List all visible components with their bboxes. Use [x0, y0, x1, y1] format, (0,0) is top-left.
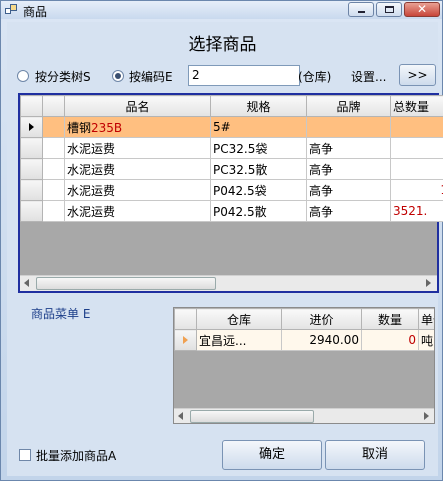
cell-name[interactable]: 水泥运费: [64, 179, 211, 201]
row-header[interactable]: [174, 329, 197, 351]
row-header[interactable]: [20, 137, 43, 159]
cell-name[interactable]: 水泥运费: [64, 137, 211, 159]
table-row[interactable]: 水泥运费 PC32.5袋 高争: [20, 137, 443, 159]
cell-brand[interactable]: 高争: [306, 158, 391, 180]
column-header-name[interactable]: 品名: [64, 95, 211, 117]
cancel-button[interactable]: 取消: [325, 440, 425, 470]
radio-by-category-label[interactable]: 按分类树S: [35, 68, 91, 85]
column-header-price[interactable]: 进价: [281, 308, 362, 330]
scroll-left-icon[interactable]: [24, 279, 29, 287]
product-menu-label[interactable]: 商品菜单 E: [31, 305, 90, 322]
product-grid-hscrollbar[interactable]: [20, 275, 437, 291]
main-window: 商品 ✕ 选择商品 按分类树S 按编码E 2 (仓库) 设置... >> 品名 …: [0, 0, 443, 481]
table-row[interactable]: 宜昌远... 2940.00 0 吨: [174, 329, 434, 351]
column-header-qty[interactable]: 数量: [361, 308, 419, 330]
cell-name[interactable]: 水泥运费: [64, 158, 211, 180]
scroll-left-icon[interactable]: [178, 412, 183, 420]
cell-name[interactable]: 水泥运费: [64, 200, 211, 222]
column-header-spec[interactable]: 规格: [210, 95, 307, 117]
window-title: 商品: [23, 5, 48, 19]
settings-link[interactable]: 设置...: [351, 68, 386, 85]
page-title: 选择商品: [188, 35, 257, 55]
table-row[interactable]: 水泥运费 P042.5袋 高争 1: [20, 179, 443, 201]
column-header-warehouse[interactable]: 仓库: [196, 308, 282, 330]
minimize-icon: [358, 11, 365, 13]
select-all-corner[interactable]: [174, 308, 197, 330]
radio-by-category[interactable]: [17, 70, 29, 82]
cell-qty[interactable]: 3521.: [390, 200, 443, 222]
cell-qty[interactable]: 1: [390, 179, 443, 201]
cell-spec[interactable]: 5#: [210, 116, 307, 138]
column-header-brand[interactable]: 品牌: [306, 95, 391, 117]
search-go-button[interactable]: >>: [399, 64, 436, 86]
title-bar: 商品 ✕: [1, 1, 442, 19]
cell-spec[interactable]: P042.5袋: [210, 179, 307, 201]
ok-button[interactable]: 确定: [222, 440, 322, 470]
scroll-thumb[interactable]: [190, 410, 314, 423]
cell-brand[interactable]: 高争: [306, 137, 391, 159]
cell-unit[interactable]: 吨: [418, 329, 434, 351]
scroll-thumb[interactable]: [36, 277, 216, 290]
cell-spec[interactable]: PC32.5袋: [210, 137, 307, 159]
row-header[interactable]: [20, 200, 43, 222]
cell-brand[interactable]: 高争: [306, 179, 391, 201]
row-header[interactable]: [20, 116, 43, 138]
column-header-total-qty[interactable]: 总数量: [390, 95, 443, 117]
cell-warehouse[interactable]: 宜昌远...: [196, 329, 282, 351]
row-header[interactable]: [20, 158, 43, 180]
stock-grid[interactable]: 仓库 进价 数量 单位 宜昌远... 2940.00 0 吨: [173, 307, 435, 424]
stock-grid-hscrollbar[interactable]: [174, 408, 434, 423]
batch-add-checkbox[interactable]: [19, 449, 31, 461]
stock-grid-header: 仓库 进价 数量 单位: [174, 308, 434, 330]
app-icon: [5, 4, 18, 15]
batch-add-label[interactable]: 批量添加商品A: [36, 447, 116, 464]
table-row[interactable]: 水泥运费 P042.5散 高争 3521.: [20, 200, 443, 222]
scroll-right-icon[interactable]: [426, 279, 431, 287]
warehouse-hint: (仓库): [298, 70, 332, 84]
minimize-button[interactable]: [348, 2, 374, 17]
cell-brand[interactable]: [306, 116, 391, 138]
scroll-right-icon[interactable]: [424, 412, 429, 420]
select-all-corner[interactable]: [20, 95, 43, 117]
close-button[interactable]: ✕: [404, 2, 440, 17]
cell-qty[interactable]: 0: [361, 329, 419, 351]
current-row-icon: [183, 336, 188, 344]
maximize-button[interactable]: [376, 2, 402, 17]
cell-spec[interactable]: PC32.5散: [210, 158, 307, 180]
close-icon: ✕: [417, 2, 428, 16]
dialog-body: 选择商品 按分类树S 按编码E 2 (仓库) 设置... >> 品名 规格 品牌: [7, 22, 443, 476]
column-header-unit[interactable]: 单位: [418, 308, 434, 330]
row-header[interactable]: [20, 179, 43, 201]
product-grid[interactable]: 品名 规格 品牌 总数量 槽钢235B 5# 水泥运费 PC32.5袋 高争 水…: [18, 93, 443, 293]
cell-name[interactable]: 槽钢235B: [64, 116, 211, 138]
product-grid-header: 品名 规格 品牌 总数量: [20, 95, 443, 117]
cell-qty[interactable]: [390, 137, 443, 159]
table-row[interactable]: 水泥运费 PC32.5散 高争: [20, 158, 443, 180]
search-input[interactable]: 2: [188, 65, 300, 86]
cell-spec[interactable]: P042.5散: [210, 200, 307, 222]
cell-price[interactable]: 2940.00: [281, 329, 362, 351]
current-row-icon: [29, 123, 34, 131]
maximize-icon: [385, 6, 394, 13]
cell-brand[interactable]: 高争: [306, 200, 391, 222]
cell-qty[interactable]: [390, 158, 443, 180]
radio-by-code-label[interactable]: 按编码E: [129, 68, 173, 85]
cell-qty[interactable]: [390, 116, 443, 138]
radio-by-code[interactable]: [112, 70, 124, 82]
table-row[interactable]: 槽钢235B 5#: [20, 116, 443, 138]
